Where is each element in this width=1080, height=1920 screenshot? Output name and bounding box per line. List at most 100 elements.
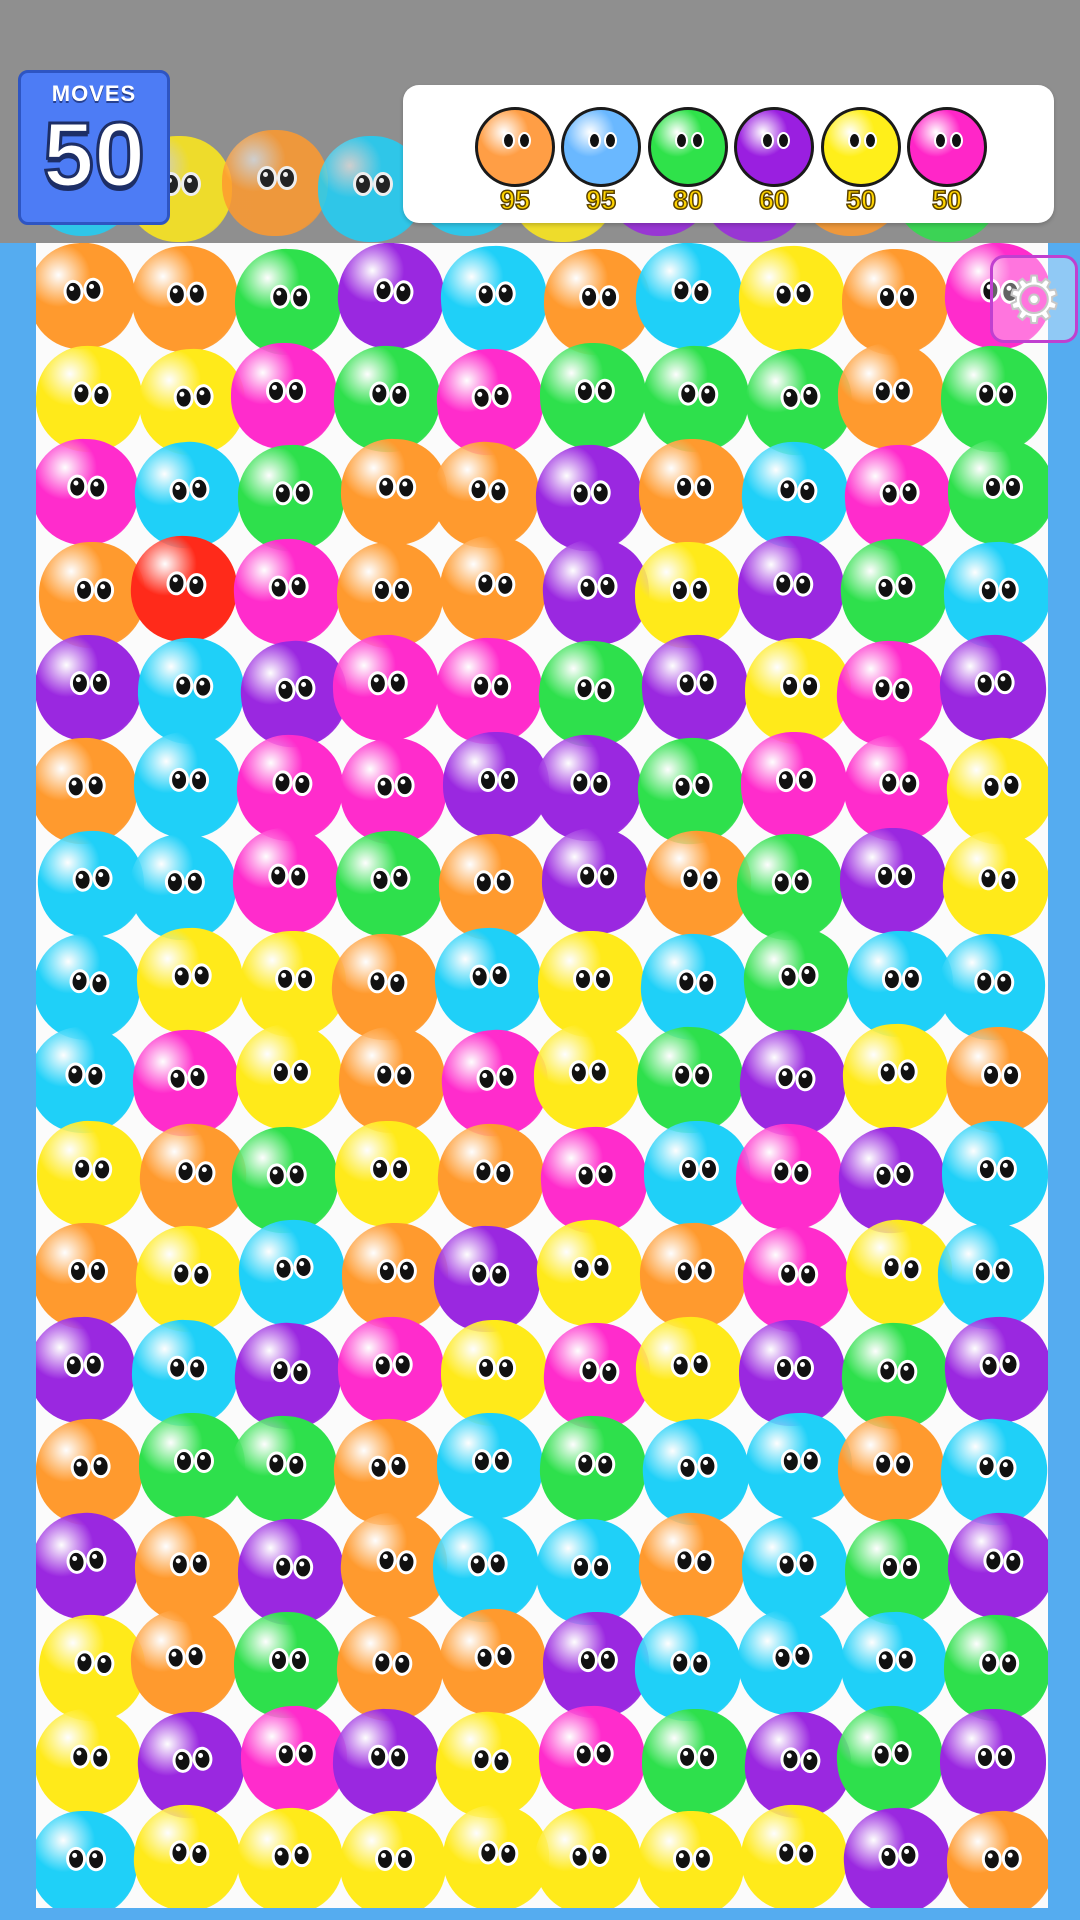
cyan-blob[interactable] (941, 1119, 1048, 1228)
cyan-blob[interactable] (133, 730, 241, 839)
orange-blob[interactable] (638, 1221, 748, 1331)
cyan-blob[interactable] (632, 1612, 744, 1724)
cyan-blob[interactable] (135, 635, 247, 747)
magenta-blob[interactable] (331, 633, 441, 743)
cyan-blob[interactable] (430, 1512, 542, 1625)
cyan-blob[interactable] (846, 929, 954, 1038)
yellow-blob[interactable] (735, 243, 849, 356)
magenta-blob[interactable] (335, 1313, 447, 1426)
yellow-blob[interactable] (239, 929, 347, 1038)
orange-blob[interactable] (543, 248, 651, 356)
orange-blob[interactable] (836, 340, 946, 451)
red-blob[interactable] (126, 531, 242, 646)
orange-blob[interactable] (341, 1222, 449, 1330)
cyan-blob[interactable] (732, 1603, 850, 1721)
cyan-blob[interactable] (935, 1220, 1047, 1332)
green-blob[interactable] (833, 1701, 947, 1816)
magenta-blob[interactable] (841, 731, 953, 844)
yellow-blob[interactable] (129, 1800, 245, 1908)
green-blob[interactable] (734, 831, 846, 943)
yellow-blob[interactable] (132, 1222, 246, 1336)
purple-blob[interactable] (940, 1312, 1048, 1427)
yellow-blob[interactable] (938, 826, 1048, 942)
magenta-blob[interactable] (434, 636, 544, 746)
orange-blob[interactable] (842, 249, 948, 355)
magenta-blob[interactable] (231, 342, 337, 449)
orange-blob[interactable] (436, 531, 550, 646)
green-blob[interactable] (539, 341, 647, 450)
purple-blob[interactable] (431, 1223, 543, 1335)
orange-blob[interactable] (130, 244, 240, 354)
yellow-blob[interactable] (530, 1803, 646, 1908)
magenta-blob[interactable] (230, 534, 344, 649)
settings-button[interactable]: ⚙ (990, 255, 1078, 343)
orange-blob[interactable] (127, 1605, 241, 1719)
cyan-blob[interactable] (637, 929, 751, 1044)
yellow-blob[interactable] (538, 930, 644, 1037)
green-blob[interactable] (942, 1613, 1048, 1723)
green-blob[interactable] (838, 1318, 952, 1433)
orange-blob[interactable] (36, 1223, 139, 1329)
yellow-blob[interactable] (744, 637, 852, 745)
game-board[interactable] (36, 243, 1048, 1908)
purple-blob[interactable] (739, 1319, 845, 1426)
green-blob[interactable] (234, 1612, 340, 1718)
yellow-blob[interactable] (334, 1119, 442, 1228)
purple-blob[interactable] (533, 442, 645, 554)
yellow-blob[interactable] (531, 1214, 649, 1332)
yellow-blob[interactable] (738, 1802, 850, 1908)
cyan-blob[interactable] (535, 1517, 643, 1626)
purple-blob[interactable] (936, 631, 1048, 745)
purple-blob[interactable] (36, 1314, 137, 1425)
orange-blob[interactable] (634, 1508, 750, 1623)
orange-blob[interactable] (638, 438, 746, 546)
yellow-blob[interactable] (134, 924, 246, 1037)
yellow-blob[interactable] (637, 1810, 745, 1908)
green-blob[interactable] (641, 1707, 749, 1816)
cyan-blob[interactable] (129, 833, 237, 941)
orange-blob[interactable] (435, 1604, 551, 1720)
purple-blob[interactable] (36, 1507, 144, 1624)
orange-blob[interactable] (945, 1026, 1048, 1134)
cyan-blob[interactable] (631, 243, 747, 354)
cyan-blob[interactable] (36, 1810, 138, 1908)
cyan-blob[interactable] (438, 243, 550, 355)
green-blob[interactable] (229, 1123, 341, 1236)
green-blob[interactable] (330, 825, 448, 943)
purple-blob[interactable] (443, 731, 549, 838)
yellow-blob[interactable] (532, 1022, 642, 1132)
orange-blob[interactable] (36, 1415, 146, 1529)
yellow-blob[interactable] (36, 1118, 145, 1229)
yellow-blob[interactable] (840, 1021, 952, 1133)
green-blob[interactable] (227, 1412, 341, 1526)
orange-blob[interactable] (836, 1414, 946, 1524)
yellow-blob[interactable] (440, 1318, 548, 1427)
orange-blob[interactable] (222, 130, 328, 236)
magenta-blob[interactable] (536, 1702, 648, 1815)
cyan-blob[interactable] (436, 1412, 544, 1520)
purple-blob[interactable] (735, 532, 847, 645)
orange-blob[interactable] (337, 541, 443, 648)
green-blob[interactable] (948, 439, 1048, 545)
green-blob[interactable] (537, 1413, 649, 1525)
orange-blob[interactable] (333, 1611, 447, 1725)
green-blob[interactable] (739, 923, 855, 1038)
green-blob[interactable] (845, 1518, 951, 1625)
magenta-blob[interactable] (230, 825, 342, 937)
purple-blob[interactable] (639, 632, 751, 744)
purple-blob[interactable] (839, 827, 947, 935)
cyan-blob[interactable] (431, 923, 545, 1038)
purple-blob[interactable] (332, 243, 450, 355)
yellow-blob[interactable] (235, 1023, 343, 1131)
purple-blob[interactable] (944, 1508, 1048, 1623)
orange-blob[interactable] (433, 1119, 549, 1234)
green-blob[interactable] (835, 533, 953, 650)
cyan-blob[interactable] (942, 539, 1048, 650)
green-blob[interactable] (640, 342, 752, 455)
orange-blob[interactable] (437, 832, 547, 942)
green-blob[interactable] (635, 1025, 745, 1135)
yellow-blob[interactable] (634, 540, 742, 649)
orange-blob[interactable] (336, 1024, 448, 1136)
cyan-blob[interactable] (36, 1023, 140, 1137)
orange-blob[interactable] (38, 540, 146, 649)
